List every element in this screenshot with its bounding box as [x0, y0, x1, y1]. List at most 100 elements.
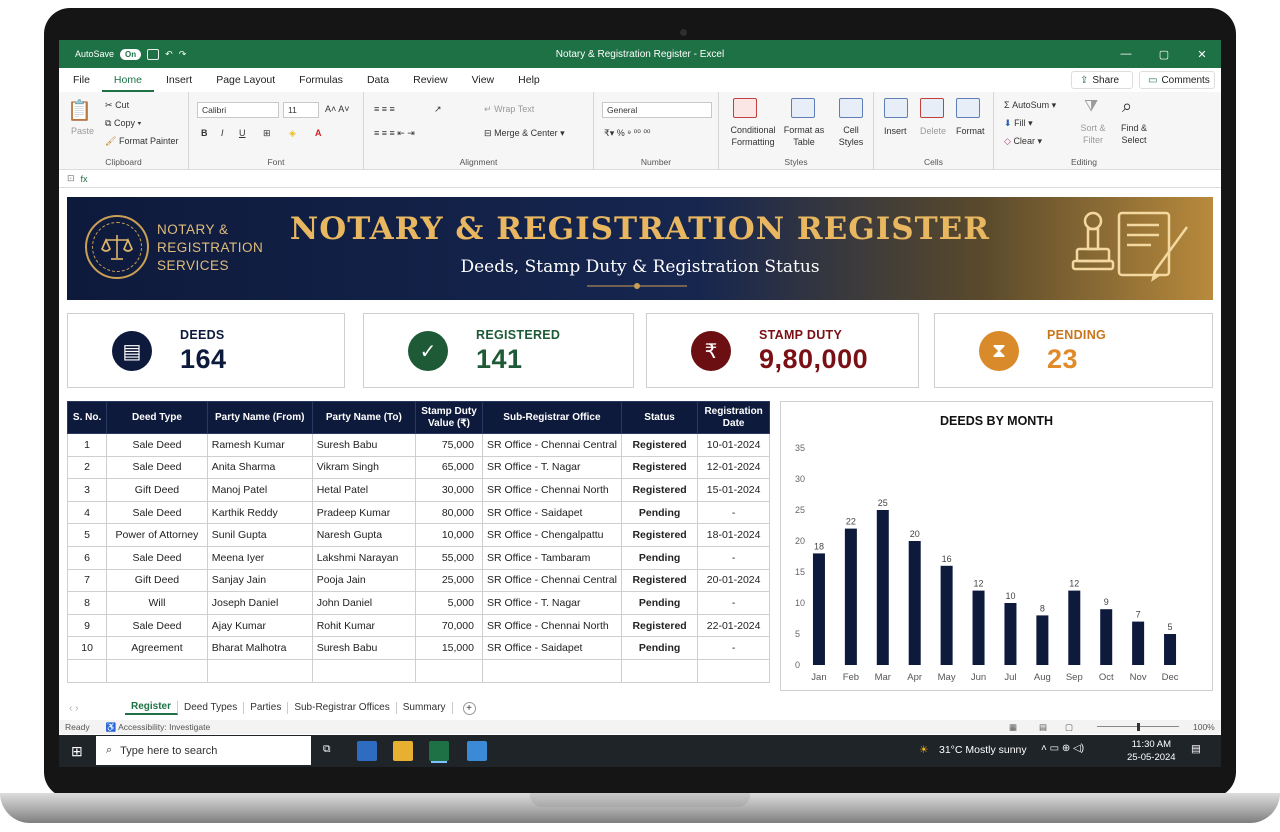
add-sheet-button[interactable]: + — [462, 701, 476, 715]
outlook-icon[interactable] — [467, 741, 487, 761]
table-cell[interactable]: 25,000 — [415, 568, 483, 593]
sheet-tab-summary[interactable]: Summary — [397, 702, 453, 714]
table-cell[interactable]: Sale Deed — [106, 455, 208, 480]
conditional-formatting-icon[interactable] — [733, 98, 757, 120]
empty-cell[interactable] — [415, 658, 483, 683]
table-cell[interactable]: SR Office - Saidapet — [481, 500, 622, 525]
table-cell[interactable]: 7 — [66, 568, 108, 593]
table-cell[interactable]: Will — [106, 591, 208, 615]
function-icon[interactable]: fx — [81, 174, 88, 184]
comments-button[interactable]: ▭ Comments — [1139, 71, 1215, 89]
worksheet[interactable]: NOTARY & REGISTRATION SERVICES NOTARY & … — [59, 188, 1221, 692]
table-cell[interactable]: Sale Deed — [106, 500, 208, 525]
cell-styles-button[interactable]: Cell Styles — [833, 124, 869, 148]
table-cell[interactable]: 55,000 — [415, 545, 483, 570]
table-cell[interactable]: 4 — [66, 500, 108, 525]
currency-icon[interactable]: ₹▾ % ⁹ ⁰⁰ ⁰⁰ — [604, 128, 651, 139]
taskbar-search[interactable]: ⌕ Type here to search — [96, 736, 311, 765]
empty-cell[interactable] — [66, 658, 108, 683]
table-cell[interactable]: Power of Attorney — [106, 523, 208, 547]
accessibility-status[interactable]: ♿ Accessibility: Investigate — [106, 722, 211, 733]
bold-button[interactable]: B — [201, 128, 208, 138]
weather-text[interactable]: 31°C Mostly sunny — [939, 744, 1027, 756]
table-cell[interactable]: SR Office - Chennai North — [481, 478, 622, 502]
file-explorer-icon[interactable] — [357, 741, 377, 761]
table-cell[interactable]: Sale Deed — [106, 433, 208, 457]
page-layout-view-icon[interactable]: ▤ — [1039, 722, 1047, 733]
table-cell[interactable]: Sale Deed — [106, 613, 208, 638]
column-header[interactable]: Party Name (From) — [206, 401, 313, 434]
table-cell[interactable]: SR Office - T. Nagar — [481, 591, 622, 615]
table-cell[interactable]: - — [697, 545, 770, 570]
empty-cell[interactable] — [620, 658, 699, 683]
table-cell[interactable]: Registered — [620, 613, 699, 638]
table-cell[interactable]: Gift Deed — [106, 568, 208, 593]
tray-icons[interactable]: ˄ ▭ ⊕ ◁) — [1041, 743, 1084, 754]
column-header[interactable]: Registration Date — [697, 401, 770, 434]
table-cell[interactable]: - — [697, 500, 770, 525]
paste-icon[interactable]: 📋 — [67, 98, 92, 123]
table-cell[interactable]: 80,000 — [415, 500, 483, 525]
table-cell[interactable]: Suresh Babu — [311, 636, 417, 660]
wrap-text-button[interactable]: ↵ Wrap Text — [484, 104, 534, 115]
table-cell[interactable]: 15-01-2024 — [697, 478, 770, 502]
zoom-level[interactable]: 100% — [1193, 722, 1215, 732]
empty-cell[interactable] — [311, 658, 417, 683]
maximize-button[interactable]: ▢ — [1145, 40, 1183, 68]
table-cell[interactable]: 20-01-2024 — [697, 568, 770, 593]
tab-view[interactable]: View — [460, 68, 507, 92]
table-cell[interactable]: 3 — [66, 478, 108, 502]
table-cell[interactable]: 5 — [66, 523, 108, 547]
table-cell[interactable]: - — [697, 591, 770, 615]
empty-cell[interactable] — [481, 658, 622, 683]
number-format-select[interactable]: General — [602, 102, 712, 118]
redo-icon[interactable]: ↷ — [179, 49, 187, 60]
table-cell[interactable]: Pending — [620, 545, 699, 570]
table-cell[interactable]: Registered — [620, 455, 699, 480]
formula-bar[interactable]: ⊡ fx — [59, 170, 1221, 188]
table-cell[interactable]: Manoj Patel — [206, 478, 313, 502]
table-cell[interactable]: Joseph Daniel — [206, 591, 313, 615]
align-left-icon[interactable]: ≡ ≡ ≡ ⇤ ⇥ — [374, 128, 415, 139]
table-cell[interactable]: Pending — [620, 500, 699, 525]
table-cell[interactable]: Lakshmi Narayan — [311, 545, 417, 570]
tab-home[interactable]: Home — [101, 68, 154, 92]
table-cell[interactable]: Rohit Kumar — [311, 613, 417, 638]
table-cell[interactable]: Registered — [620, 523, 699, 547]
insert-cells-button[interactable]: Insert — [884, 126, 907, 136]
table-cell[interactable]: 10,000 — [415, 523, 483, 547]
folder-icon[interactable] — [393, 741, 413, 761]
table-cell[interactable]: 8 — [66, 591, 108, 615]
table-cell[interactable]: Suresh Babu — [311, 433, 417, 457]
clock[interactable]: 11:30 AM 25-05-2024 — [1127, 738, 1176, 764]
empty-cell[interactable] — [697, 658, 770, 683]
table-cell[interactable]: John Daniel — [311, 591, 417, 615]
table-cell[interactable]: 30,000 — [415, 478, 483, 502]
sheet-nav-arrows[interactable]: ‹ › — [59, 703, 125, 714]
italic-button[interactable]: I — [221, 128, 224, 138]
table-cell[interactable]: Pradeep Kumar — [311, 500, 417, 525]
table-cell[interactable]: Sale Deed — [106, 545, 208, 570]
copy-button[interactable]: ⧉ Copy ▾ — [105, 118, 141, 129]
sheet-tab-deed-types[interactable]: Deed Types — [178, 702, 245, 714]
table-cell[interactable]: SR Office - Tambaram — [481, 545, 622, 570]
table-cell[interactable]: 22-01-2024 — [697, 613, 770, 638]
fill-color-icon[interactable]: ◈ — [289, 128, 296, 139]
orientation-icon[interactable]: ↗ — [434, 104, 442, 115]
sheet-tab-parties[interactable]: Parties — [244, 702, 289, 714]
table-cell[interactable]: Pooja Jain — [311, 568, 417, 593]
close-button[interactable]: ✕ — [1183, 40, 1221, 68]
table-cell[interactable]: SR Office - Saidapet — [481, 636, 622, 660]
paste-label[interactable]: Paste — [71, 126, 94, 136]
format-cells-button[interactable]: Format — [956, 126, 985, 136]
delete-cells-button[interactable]: Delete — [920, 126, 946, 136]
font-name-select[interactable]: Calibri — [197, 102, 279, 118]
tab-review[interactable]: Review — [401, 68, 459, 92]
format-table-icon[interactable] — [791, 98, 815, 120]
table-cell[interactable]: Karthik Reddy — [206, 500, 313, 525]
sort-filter-button[interactable]: Sort & Filter — [1076, 122, 1110, 146]
autosave-toggle[interactable]: On — [120, 48, 142, 60]
borders-icon[interactable]: ⊞ — [263, 128, 271, 139]
merge-center-button[interactable]: ⊟ Merge & Center ▾ — [484, 128, 565, 139]
find-select-button[interactable]: Find & Select — [1114, 122, 1154, 146]
